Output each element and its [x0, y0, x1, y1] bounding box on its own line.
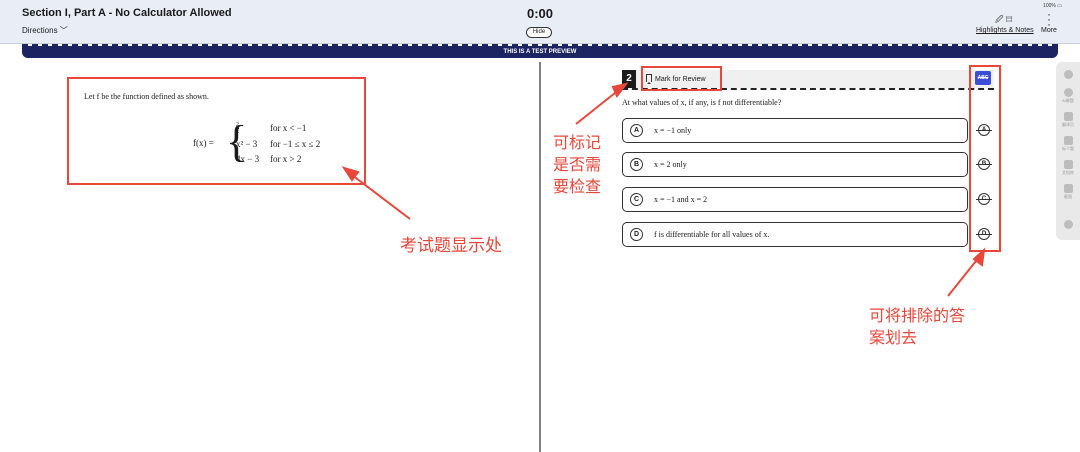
arrow-to-mark	[575, 88, 621, 125]
hide-timer-button[interactable]: Hide	[526, 27, 552, 38]
highlighter-notes-icon[interactable]: 🖉 ▤	[995, 14, 1012, 28]
formula-row-3-cond: for x > 2	[270, 154, 302, 164]
answer-choice-d[interactable]: D f is differentiable for all values of …	[622, 222, 968, 247]
sidebar-item-ai[interactable]: AI解题	[1056, 88, 1080, 104]
arrow-head-eliminator	[972, 247, 986, 267]
ai-solve-icon	[1063, 88, 1073, 97]
strike-choice-b-button[interactable]: B	[976, 158, 992, 170]
sidebar-item-more[interactable]	[1056, 220, 1080, 229]
sidebar-item-screenshot[interactable]: 截图	[1056, 184, 1080, 200]
answer-choice-c[interactable]: C x = −1 and x = 2	[622, 187, 968, 212]
choice-text-c: x = −1 and x = 2	[654, 195, 708, 204]
more-button[interactable]: More	[1041, 27, 1057, 34]
bookmark-icon	[646, 74, 652, 84]
stem-intro: Let f be the function defined as shown.	[84, 92, 209, 101]
sidebar-item-translate[interactable]: 翻译页	[1056, 112, 1080, 128]
question-number: 2	[622, 70, 636, 88]
highlights-notes-button[interactable]: Highlights & Notes	[976, 27, 1034, 34]
more-circle-icon	[1063, 220, 1073, 229]
answer-choice-a[interactable]: A x = −1 only	[622, 118, 968, 143]
choice-letter-c: C	[630, 193, 643, 206]
annotation-mark-review: 可标记是否需要检查	[553, 133, 602, 196]
more-vertical-dots-icon[interactable]: · · ·	[1046, 8, 1052, 30]
sidebar-item-docs[interactable]: 文档库	[1056, 160, 1080, 176]
strike-choice-a-button[interactable]: A	[976, 124, 992, 136]
translate-icon	[1063, 112, 1073, 121]
directions-dropdown[interactable]: Directions ﹀	[22, 25, 68, 36]
test-app-window: Section I, Part A - No Calculator Allowe…	[0, 0, 1080, 452]
camera-icon	[1063, 184, 1073, 193]
question-prompt: At what values of x, if any, is f not di…	[622, 98, 782, 107]
top-header: Section I, Part A - No Calculator Allowe…	[0, 0, 1080, 44]
mark-for-review-label: Mark for Review	[655, 76, 706, 83]
arrow-to-eliminator	[947, 255, 981, 297]
choice-text-b: x = 2 only	[654, 160, 687, 169]
annotation-eliminate: 可将排除的答案划去	[869, 306, 966, 347]
formula-row-1-cond: for x < −1	[270, 123, 307, 133]
choice-letter-a: A	[630, 124, 643, 137]
formula-row-2-expr: x² − 3	[236, 139, 258, 149]
choice-text-d: f is differentiable for all values of x.	[654, 230, 770, 239]
formula-row-2-cond: for −1 ≤ x ≤ 2	[270, 139, 321, 149]
document-library-icon	[1063, 160, 1073, 169]
formula-row-3-expr: 4x − 3	[236, 154, 260, 164]
strike-choice-d-button[interactable]: D	[976, 228, 992, 240]
formula-row-1-expr: 2 x	[236, 122, 239, 135]
heart-icon	[1063, 70, 1073, 79]
mark-question-icon	[1063, 136, 1073, 145]
choice-text-a: x = −1 only	[654, 126, 692, 135]
answer-choice-b[interactable]: B x = 2 only	[622, 152, 968, 177]
choice-letter-b: B	[630, 158, 643, 171]
fraction: 2 x	[236, 122, 239, 135]
timer: 0:00	[526, 6, 554, 21]
mark-for-review-button[interactable]: Mark for Review	[646, 74, 706, 84]
choice-letter-d: D	[630, 228, 643, 241]
battery-indicator: 100% ▭	[1043, 3, 1062, 9]
test-preview-banner: THIS IS A TEST PREVIEW	[22, 46, 1058, 58]
strike-choice-c-button[interactable]: C	[976, 193, 992, 205]
annotation-stem-area: 考试题显示处	[400, 236, 502, 256]
pane-resize-divider[interactable]	[539, 62, 541, 452]
side-toolbar: AI解题 翻译页 标个题 文档库 截图	[1056, 62, 1080, 240]
formula-fx: f(x) =	[193, 138, 214, 148]
sidebar-item-mark[interactable]: 标个题	[1056, 136, 1080, 152]
sidebar-item-heart[interactable]	[1056, 70, 1080, 79]
